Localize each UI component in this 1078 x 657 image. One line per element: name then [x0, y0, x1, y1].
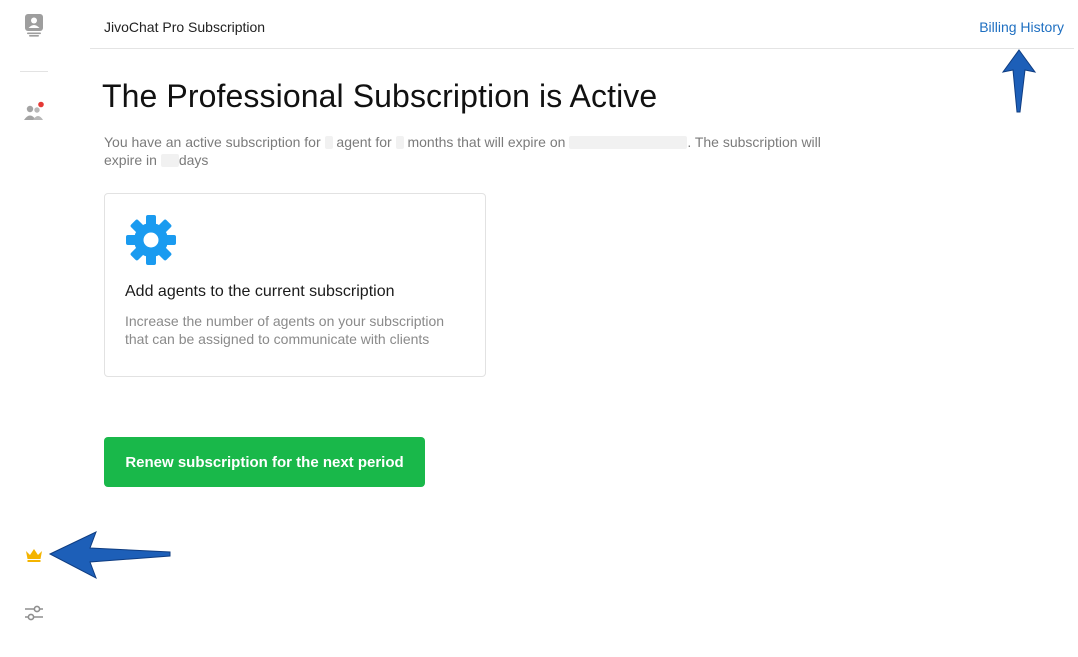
- billing-history-link[interactable]: Billing History: [979, 19, 1064, 35]
- add-agents-card[interactable]: Add agents to the current subscription I…: [104, 193, 486, 377]
- card-title: Add agents to the current subscription: [125, 283, 395, 300]
- sidebar-divider: [20, 71, 48, 72]
- crown-icon[interactable]: [22, 543, 46, 567]
- top-header: JivoChat Pro Subscription Billing Histor…: [90, 0, 1074, 49]
- sidebar: [0, 0, 68, 657]
- contact-card-icon[interactable]: [22, 13, 46, 37]
- desc-text-1: You have an active subscription for: [104, 134, 321, 150]
- redacted-months: [395, 136, 404, 149]
- notification-dot: [38, 101, 44, 108]
- renew-subscription-button[interactable]: Renew subscription for the next period: [104, 437, 425, 487]
- desc-text-3: months that will expire on: [407, 134, 566, 150]
- desc-text-2: agent for: [336, 134, 392, 150]
- redacted-expiry-date: [569, 136, 688, 149]
- annotation-arrow-up-icon: [1001, 49, 1037, 113]
- desc-text-5: days: [178, 152, 209, 168]
- card-description: Increase the number of agents on your su…: [125, 313, 445, 347]
- team-icon[interactable]: [22, 100, 46, 124]
- page-title: The Professional Subscription is Active: [102, 78, 658, 114]
- redacted-agent-count: [324, 136, 333, 149]
- redacted-days: [160, 154, 179, 167]
- subscription-description: You have an active subscription for agen…: [104, 133, 844, 169]
- gear-icon: [125, 214, 177, 266]
- settings-sliders-icon[interactable]: [22, 601, 46, 625]
- header-title: JivoChat Pro Subscription: [104, 19, 266, 35]
